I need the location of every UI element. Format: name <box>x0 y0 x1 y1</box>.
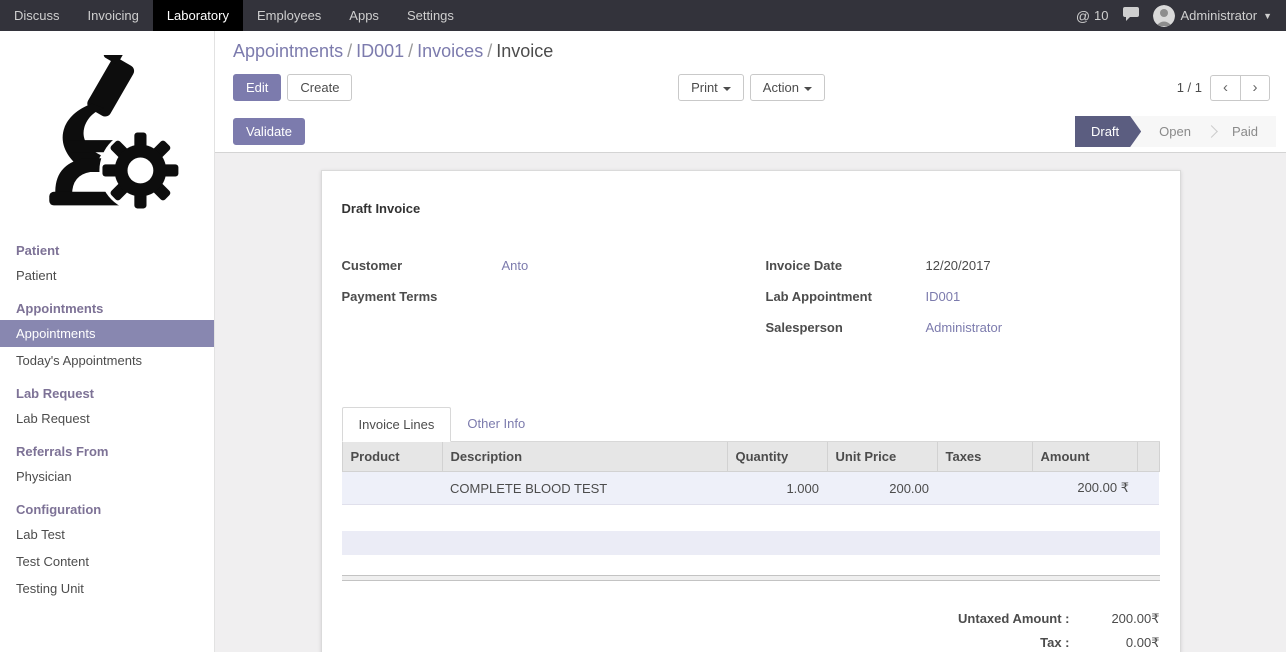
control-panel-buttons: Edit Create Print Action 1 / 1 ‹ › <box>233 74 1270 101</box>
payment-terms-value <box>502 287 736 289</box>
sidebar-heading-appointments: Appointments <box>0 289 214 320</box>
action-dropdown-button[interactable]: Action <box>750 74 825 101</box>
page-title: Draft Invoice <box>342 201 1160 216</box>
laboratory-logo-icon <box>0 31 214 231</box>
salesperson-label: Salesperson <box>766 318 926 335</box>
breadcrumb-separator: / <box>483 41 496 61</box>
sidebar-item-physician[interactable]: Physician <box>0 463 214 490</box>
validate-button[interactable]: Validate <box>233 118 305 145</box>
menu-item-apps[interactable]: Apps <box>335 0 393 31</box>
invoice-line-row[interactable]: COMPLETE BLOOD TEST 1.000 200.00 200.00 … <box>342 472 1159 505</box>
edit-button[interactable]: Edit <box>233 74 281 101</box>
tab-other-info[interactable]: Other Info <box>451 407 541 441</box>
topbar-right: @ 10 Administrator ▼ <box>1076 0 1286 31</box>
activity-count: 10 <box>1094 8 1108 23</box>
sidebar-heading-patient: Patient <box>0 231 214 262</box>
column-header-product[interactable]: Product <box>342 442 442 472</box>
lab-appointment-value-link[interactable]: ID001 <box>926 289 961 304</box>
sidebar: Patient Patient Appointments Appointment… <box>0 31 215 652</box>
lab-appointment-label: Lab Appointment <box>766 287 926 304</box>
column-header-unit-price[interactable]: Unit Price <box>827 442 937 472</box>
invoice-lines-table: Product Description Quantity Unit Price … <box>342 442 1160 505</box>
customer-value-link[interactable]: Anto <box>502 258 529 273</box>
statusbar-step-open[interactable]: Open <box>1141 116 1209 147</box>
caret-down-icon <box>723 87 731 91</box>
breadcrumb-appointments[interactable]: Appointments <box>233 41 343 61</box>
tab-invoice-lines[interactable]: Invoice Lines <box>342 407 452 442</box>
top-navbar: Discuss Invoicing Laboratory Employees A… <box>0 0 1286 31</box>
sidebar-item-testing-unit[interactable]: Testing Unit <box>0 575 214 602</box>
main-menu: Discuss Invoicing Laboratory Employees A… <box>0 0 468 31</box>
menu-item-discuss[interactable]: Discuss <box>0 0 74 31</box>
tax-value: 0.00₹ <box>1082 635 1160 651</box>
sidebar-item-lab-request[interactable]: Lab Request <box>0 405 214 432</box>
statusbar: Draft Open Paid <box>1075 116 1276 147</box>
invoice-form-sheet: Draft Invoice Customer Anto Payment Term… <box>321 170 1181 652</box>
pager-previous-button[interactable]: ‹ <box>1210 75 1240 101</box>
breadcrumb: Appointments/ID001/Invoices/Invoice <box>233 41 1270 62</box>
main-content: Appointments/ID001/Invoices/Invoice Edit… <box>215 31 1286 652</box>
sheet-area: Draft Invoice Customer Anto Payment Term… <box>215 153 1286 652</box>
menu-item-laboratory[interactable]: Laboratory <box>153 0 243 31</box>
sidebar-item-patient[interactable]: Patient <box>0 262 214 289</box>
column-header-quantity[interactable]: Quantity <box>727 442 827 472</box>
section-separator <box>342 575 1160 581</box>
statusbar-step-draft[interactable]: Draft <box>1075 116 1141 147</box>
chevron-down-icon: ▼ <box>1263 11 1272 21</box>
statusbar-row: Validate Draft Open Paid <box>215 111 1286 153</box>
messages-icon[interactable] <box>1123 7 1139 24</box>
cell-extra <box>1137 472 1159 505</box>
sidebar-item-lab-test[interactable]: Lab Test <box>0 521 214 548</box>
print-dropdown-button[interactable]: Print <box>678 74 744 101</box>
untaxed-amount-value: 200.00₹ <box>1082 611 1160 627</box>
notebook-tabs: Invoice Lines Other Info <box>342 407 1160 442</box>
tax-label: Tax : <box>928 635 1082 650</box>
pager-count: 1 / 1 <box>1177 80 1202 95</box>
salesperson-value-link[interactable]: Administrator <box>926 320 1003 335</box>
breadcrumb-current: Invoice <box>496 41 553 61</box>
totals-block: Untaxed Amount : 200.00₹ Tax : 0.00₹ Tot… <box>928 607 1160 652</box>
payment-terms-label: Payment Terms <box>342 287 502 304</box>
breadcrumb-separator: / <box>343 41 356 61</box>
sidebar-heading-referrals-from: Referrals From <box>0 432 214 463</box>
breadcrumb-invoices[interactable]: Invoices <box>417 41 483 61</box>
user-menu[interactable]: Administrator ▼ <box>1153 5 1273 27</box>
cell-quantity: 1.000 <box>727 472 827 505</box>
sidebar-heading-lab-request: Lab Request <box>0 374 214 405</box>
user-name: Administrator <box>1181 8 1258 23</box>
pager-next-button[interactable]: › <box>1240 75 1270 101</box>
statusbar-step-paid[interactable]: Paid <box>1214 116 1276 147</box>
invoice-date-value: 12/20/2017 <box>926 256 1160 273</box>
caret-down-icon <box>804 87 812 91</box>
at-icon: @ <box>1076 8 1090 24</box>
breadcrumb-separator: / <box>404 41 417 61</box>
column-header-description[interactable]: Description <box>442 442 727 472</box>
control-panel: Appointments/ID001/Invoices/Invoice Edit… <box>215 31 1286 111</box>
breadcrumb-id001[interactable]: ID001 <box>356 41 404 61</box>
cell-unit-price: 200.00 <box>827 472 937 505</box>
column-header-extra <box>1137 442 1159 472</box>
cell-description: COMPLETE BLOOD TEST <box>442 472 727 505</box>
empty-line-stripe <box>342 531 1160 555</box>
cell-product <box>342 472 442 505</box>
invoice-date-label: Invoice Date <box>766 256 926 273</box>
cell-amount: 200.00 ₹ <box>1032 472 1137 505</box>
field-grid: Customer Anto Payment Terms Invoice Date… <box>342 256 1160 349</box>
column-header-taxes[interactable]: Taxes <box>937 442 1032 472</box>
menu-item-employees[interactable]: Employees <box>243 0 335 31</box>
sidebar-item-todays-appointments[interactable]: Today's Appointments <box>0 347 214 374</box>
table-header-row: Product Description Quantity Unit Price … <box>342 442 1159 472</box>
menu-item-invoicing[interactable]: Invoicing <box>74 0 153 31</box>
customer-label: Customer <box>342 256 502 273</box>
sidebar-heading-configuration: Configuration <box>0 490 214 521</box>
menu-item-settings[interactable]: Settings <box>393 0 468 31</box>
sidebar-item-appointments[interactable]: Appointments <box>0 320 214 347</box>
activities-counter[interactable]: @ 10 <box>1076 8 1109 24</box>
avatar <box>1153 5 1175 27</box>
create-button[interactable]: Create <box>287 74 352 101</box>
column-header-amount[interactable]: Amount <box>1032 442 1137 472</box>
cell-taxes <box>937 472 1032 505</box>
untaxed-amount-label: Untaxed Amount : <box>928 611 1082 626</box>
sidebar-item-test-content[interactable]: Test Content <box>0 548 214 575</box>
